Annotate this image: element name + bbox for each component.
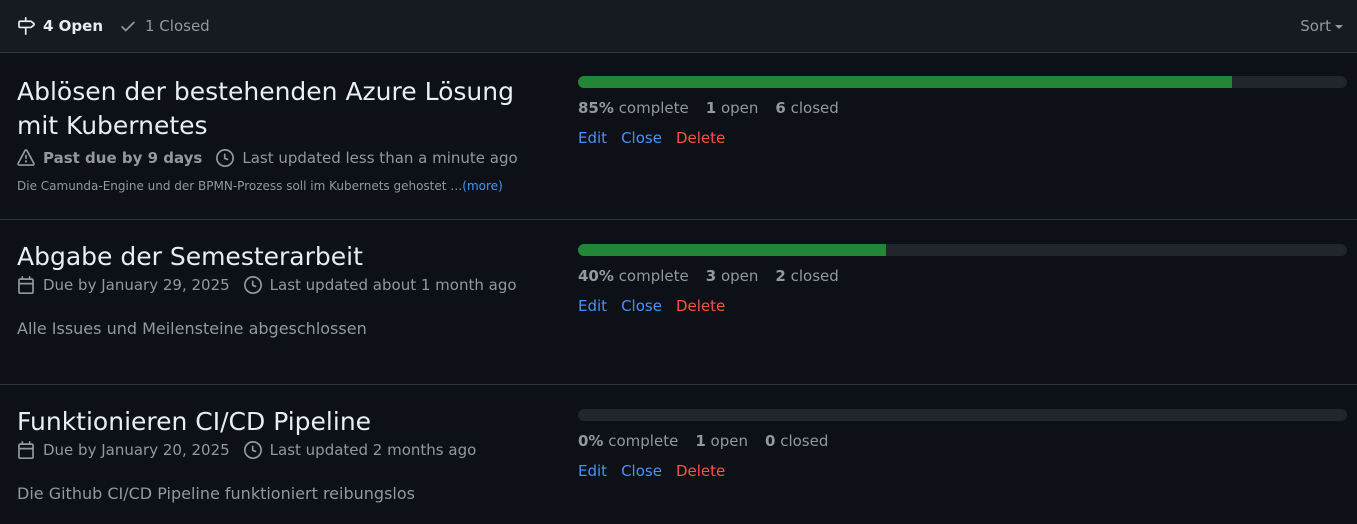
closed-label: closed	[790, 267, 839, 285]
tab-closed[interactable]: 1 Closed	[119, 17, 210, 35]
progress-fill	[578, 76, 1232, 88]
milestone-stats: 0% complete 1 open 0 closed	[578, 432, 1347, 450]
closed-count: 2	[775, 267, 786, 285]
updated-status: Last updated less than a minute ago	[216, 149, 518, 167]
updated-status: Last updated about 1 month ago	[243, 276, 517, 294]
due-text: Past due by 9 days	[43, 149, 203, 167]
close-link[interactable]: Close	[621, 129, 662, 147]
open-label: open	[720, 99, 759, 117]
percent-value: 0%	[578, 432, 604, 450]
milestone-stats: 85% complete 1 open 6 closed	[578, 99, 1347, 117]
due-text: Due by January 20, 2025	[43, 441, 230, 459]
updated-text: Last updated about 1 month ago	[269, 276, 517, 294]
milestone-actions: Edit Close Delete	[578, 129, 1347, 147]
tab-closed-label: 1 Closed	[145, 17, 210, 35]
delete-link[interactable]: Delete	[676, 297, 725, 315]
calendar-icon	[18, 276, 34, 294]
updated-status: Last updated 2 months ago	[243, 441, 477, 459]
due-text: Due by January 29, 2025	[43, 276, 230, 294]
progress-bar	[578, 244, 1347, 256]
due-status: Due by January 29, 2025	[17, 276, 230, 294]
sort-dropdown[interactable]: Sort	[1300, 17, 1343, 35]
closed-stat: 6 closed	[775, 99, 838, 117]
milestone-row: Funktionieren CI/CD Pipeline Due by Janu…	[0, 385, 1357, 524]
milestone-title[interactable]: Funktionieren CI/CD Pipeline	[17, 405, 557, 439]
closed-label: closed	[780, 432, 829, 450]
milestone-row: Ablösen der bestehenden Azure Lösung mit…	[0, 53, 1357, 220]
milestones-toolbar: 4 Open 1 Closed Sort	[0, 0, 1357, 53]
milestone-description: Die Camunda-Engine und der BPMN-Prozess …	[17, 179, 557, 193]
milestone-row: Abgabe der Semesterarbeit Due by January…	[0, 220, 1357, 385]
tab-open-label: 4 Open	[43, 17, 103, 35]
edit-link[interactable]: Edit	[578, 462, 607, 480]
complete-label: complete	[618, 267, 689, 285]
milestone-actions: Edit Close Delete	[578, 297, 1347, 315]
complete-stat: 40% complete	[578, 267, 689, 285]
sort-label: Sort	[1300, 17, 1331, 35]
close-link[interactable]: Close	[621, 462, 662, 480]
calendar-icon	[18, 441, 34, 459]
progress-bar	[578, 409, 1347, 421]
closed-count: 6	[775, 99, 786, 117]
milestone-title[interactable]: Abgabe der Semesterarbeit	[17, 240, 557, 274]
tab-open[interactable]: 4 Open	[17, 17, 103, 35]
due-status: Due by January 20, 2025	[17, 441, 230, 459]
milestone-description: Alle Issues und Meilensteine abgeschloss…	[17, 319, 367, 338]
updated-text: Last updated less than a minute ago	[242, 149, 518, 167]
delete-link[interactable]: Delete	[676, 129, 725, 147]
chevron-down-icon	[1335, 25, 1343, 29]
more-link[interactable]: (more)	[462, 179, 502, 193]
complete-stat: 85% complete	[578, 99, 689, 117]
milestone-title[interactable]: Ablösen der bestehenden Azure Lösung mit…	[17, 75, 557, 143]
open-label: open	[710, 432, 748, 450]
close-link[interactable]: Close	[621, 297, 662, 315]
milestone-description: Die Github CI/CD Pipeline funktioniert r…	[17, 484, 415, 503]
complete-label: complete	[608, 432, 679, 450]
clock-icon	[243, 276, 262, 294]
complete-label: complete	[618, 99, 689, 117]
clock-icon	[243, 441, 262, 459]
closed-stat: 0 closed	[765, 432, 828, 450]
open-count: 3	[705, 267, 717, 285]
edit-link[interactable]: Edit	[578, 129, 607, 147]
open-label: open	[720, 267, 759, 285]
description-text: Die Camunda-Engine und der BPMN-Prozess …	[17, 179, 463, 193]
open-count: 1	[705, 99, 717, 117]
closed-label: closed	[790, 99, 839, 117]
open-stat: 1 open	[706, 99, 759, 117]
open-stat: 3 open	[706, 267, 759, 285]
check-icon	[121, 21, 135, 32]
clock-icon	[216, 149, 235, 167]
open-count: 1	[695, 432, 706, 450]
percent-value: 40%	[578, 267, 614, 285]
closed-count: 0	[764, 432, 776, 450]
edit-link[interactable]: Edit	[578, 297, 607, 315]
updated-text: Last updated 2 months ago	[269, 441, 477, 459]
percent-value: 85%	[578, 99, 614, 117]
progress-bar	[578, 76, 1347, 88]
milestone-icon	[18, 17, 35, 35]
due-status: Past due by 9 days	[17, 149, 202, 167]
progress-fill	[578, 244, 886, 256]
open-stat: 1 open	[695, 432, 748, 450]
alert-icon	[17, 149, 35, 166]
delete-link[interactable]: Delete	[676, 462, 725, 480]
milestone-actions: Edit Close Delete	[578, 462, 1347, 480]
complete-stat: 0% complete	[578, 432, 678, 450]
closed-stat: 2 closed	[775, 267, 838, 285]
milestone-stats: 40% complete 3 open 2 closed	[578, 267, 1347, 285]
